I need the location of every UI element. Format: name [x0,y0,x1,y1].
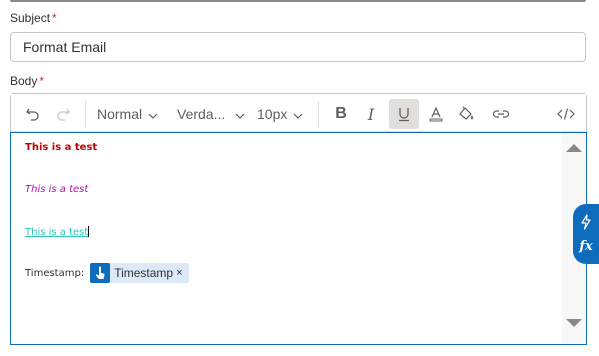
font-family-value: Verda... [177,106,226,122]
expression-fx-button[interactable]: fx [577,236,595,256]
redo-icon[interactable] [49,99,77,129]
text-line-italic: This is a test [25,184,89,195]
paragraph-style-dropdown[interactable]: Normal [97,99,158,129]
lightning-icon[interactable] [577,212,595,232]
token-remove-button[interactable]: × [176,267,182,279]
required-mark: * [52,11,57,25]
link-icon[interactable] [487,99,515,129]
top-divider [10,0,586,2]
body-label: Body * [10,74,44,88]
font-color-icon[interactable] [423,99,449,129]
paragraph-style-value: Normal [97,106,143,122]
toolbar-separator [85,101,86,127]
font-size-value: 10px [257,106,288,122]
chevron-down-icon [148,106,158,122]
editor-toolbar: Normal Verda... 10px B I [11,94,586,132]
body-label-text: Body [10,74,38,88]
editor-content-area[interactable]: This is a test This is a test This is a … [10,132,587,345]
subject-input[interactable] [10,32,586,62]
font-family-dropdown[interactable]: Verda... [177,99,245,129]
text-line-bold: This is a test [25,142,98,153]
toolbar-separator [318,101,319,127]
underline-icon[interactable] [389,99,419,129]
chevron-down-icon [293,106,303,122]
dynamic-content-panel: fx [573,204,599,264]
undo-icon[interactable] [19,99,47,129]
font-size-dropdown[interactable]: 10px [257,99,303,129]
text-line-underline: This is a test [25,226,90,238]
required-mark: * [39,74,45,88]
subject-label-text: Subject [10,11,51,25]
text-line-underline-text: This is a test [25,227,89,238]
paint-bucket-icon[interactable] [453,99,481,129]
scroll-down-icon[interactable] [566,319,582,327]
timestamp-token-label: Timestamp [114,266,174,280]
fx-label: fx [579,238,593,254]
scroll-up-icon[interactable] [566,144,582,152]
timestamp-token[interactable]: Timestamp × [90,263,189,283]
chevron-down-icon [235,106,245,122]
bold-icon[interactable]: B [327,99,355,129]
manual-trigger-icon [90,263,111,283]
rich-text-editor: Normal Verda... 10px B I This is a test … [10,93,587,345]
subject-label: Subject * [10,11,57,25]
italic-icon[interactable]: I [357,99,385,129]
timestamp-label: Timestamp: [25,267,85,279]
code-view-icon[interactable] [551,99,581,129]
timestamp-row: Timestamp: Timestamp × [25,263,189,283]
text-caret [88,226,90,237]
